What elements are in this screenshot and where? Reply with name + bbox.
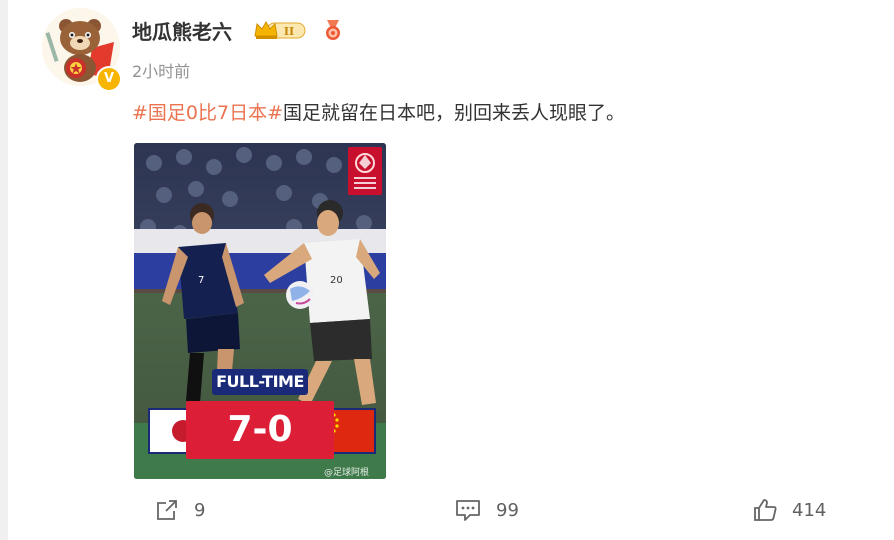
- repost-button[interactable]: 9: [154, 496, 205, 524]
- verified-badge: V: [96, 66, 122, 92]
- username[interactable]: 地瓜熊老六: [132, 16, 232, 45]
- post-body-text: 国足就留在日本吧，别回来丢人现眼了。: [283, 102, 626, 124]
- comment-button[interactable]: 99: [454, 496, 519, 524]
- member-crown-badge[interactable]: II: [253, 18, 307, 42]
- weibo-post-card: V 地瓜熊老六 II 2小时前 #国足0比7日本#国足就留在日本吧，别回来丢人现…: [8, 0, 894, 540]
- post-image[interactable]: 7 20 FULL-TIME 7-0 @足球阿根: [134, 143, 386, 479]
- repost-count: 9: [194, 499, 206, 521]
- fulltime-label: FULL-TIME: [212, 369, 308, 395]
- post-text: #国足0比7日本#国足就留在日本吧，别回来丢人现眼了。: [132, 98, 625, 125]
- hashtag-link[interactable]: #国足0比7日本#: [132, 102, 283, 124]
- repost-icon: [157, 500, 177, 520]
- comment-count: 99: [496, 499, 519, 521]
- final-score: 7-0: [186, 401, 334, 459]
- comment-icon: [456, 500, 480, 521]
- image-watermark: @足球阿根: [324, 468, 370, 478]
- post-timestamp[interactable]: 2小时前: [132, 58, 190, 82]
- svg-text:7: 7: [198, 275, 204, 286]
- thumbs-up-icon: [754, 499, 777, 521]
- badge-level-label: II: [284, 25, 294, 38]
- svg-text:20: 20: [330, 275, 343, 286]
- like-button[interactable]: 414: [752, 496, 826, 524]
- like-count: 414: [792, 499, 827, 521]
- afc-qualifiers-logo: [348, 147, 382, 195]
- medal-icon[interactable]: [322, 18, 344, 42]
